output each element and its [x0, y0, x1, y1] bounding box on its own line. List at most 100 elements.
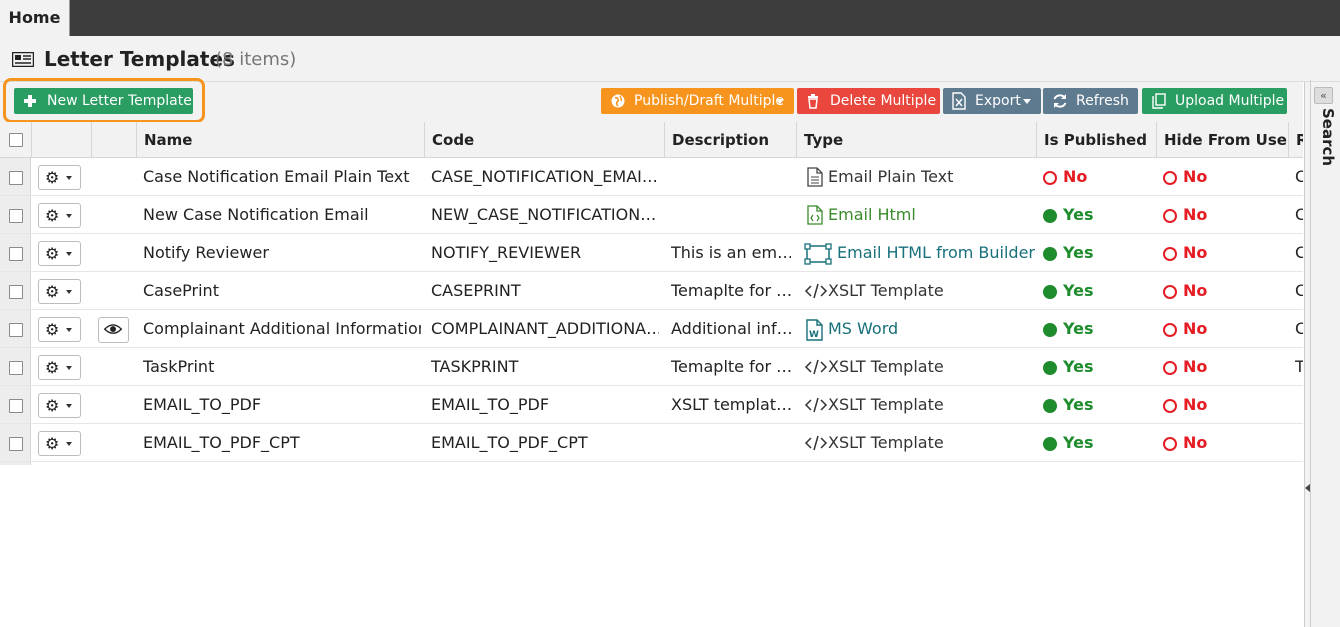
page-header: Letter Templates (8 items): [0, 36, 1340, 82]
row-checkbox[interactable]: [9, 437, 23, 451]
cell-code: CASEPRINT: [431, 281, 521, 300]
row-checkbox[interactable]: [9, 247, 23, 261]
trash-icon: [808, 94, 818, 109]
table-row[interactable]: ⚙ EMAIL_TO_PDF EMAIL_TO_PDF XSLT templat… XS…: [0, 386, 1303, 424]
table-row[interactable]: ⚙ Notify Reviewer NOTIFY_REVIEWER This is a…: [0, 234, 1303, 272]
table-row[interactable]: ⚙ Case Notification Email Plain Text CASE_…: [0, 158, 1303, 196]
cell-is-published: Yes: [1063, 205, 1094, 224]
header-is-published[interactable]: Is Published: [1036, 122, 1156, 158]
header-type[interactable]: Type: [796, 122, 1036, 158]
refresh-label: Refresh: [1076, 93, 1129, 109]
gear-icon: ⚙: [45, 396, 60, 415]
globe-icon: [611, 94, 625, 108]
row-checkbox[interactable]: [9, 209, 23, 223]
new-letter-template-button[interactable]: New Letter Template: [14, 88, 193, 114]
row-actions-button[interactable]: ⚙: [38, 355, 81, 380]
delete-multiple-button[interactable]: Delete Multiple: [797, 88, 940, 114]
cell-hide-from-user: No: [1183, 281, 1208, 300]
new-letter-template-label: New Letter Template: [47, 93, 192, 109]
row-checkbox[interactable]: [9, 285, 23, 299]
published-dot-icon: [1043, 285, 1057, 299]
header-code[interactable]: Code: [424, 122, 664, 158]
export-button[interactable]: Export: [943, 88, 1041, 114]
cell-code: COMPLAINANT_ADDITIONA…: [431, 319, 659, 338]
cell-type: XSLT Template: [828, 395, 944, 414]
panel-divider: [1310, 80, 1311, 627]
header-hide-from-user[interactable]: Hide From User: [1156, 122, 1288, 158]
gear-icon: ⚙: [45, 168, 60, 187]
unchecked-circle-icon: [1163, 361, 1177, 375]
row-checkbox[interactable]: [9, 171, 23, 185]
chevron-down-icon: [776, 99, 784, 104]
unchecked-circle-icon: [1163, 209, 1177, 223]
row-actions-button[interactable]: ⚙: [38, 393, 81, 418]
table-row[interactable]: ⚙ New Case Notification Email NEW_CASE_NOT…: [0, 196, 1303, 234]
row-actions-button[interactable]: ⚙: [38, 241, 81, 266]
cell-code: EMAIL_TO_PDF: [431, 395, 550, 414]
code-icon: [804, 433, 828, 453]
cell-is-published: Yes: [1063, 281, 1094, 300]
cell-is-published: Yes: [1063, 395, 1094, 414]
cell-extra: [1295, 424, 1303, 462]
document-icon: [804, 167, 826, 187]
table-row[interactable]: ⚙ Complainant Additional Information COMPL…: [0, 310, 1303, 348]
cell-is-published: No: [1063, 167, 1088, 186]
unpublished-circle-icon: [1043, 171, 1057, 185]
gear-icon: ⚙: [45, 244, 60, 263]
table-row[interactable]: ⚙ EMAIL_TO_PDF_CPT EMAIL_TO_PDF_CPT XSLT Te…: [0, 424, 1303, 462]
table-row[interactable]: ⚙ TaskPrint TASKPRINT Temaplte for … XSLT Te…: [0, 348, 1303, 386]
refresh-button[interactable]: Refresh: [1043, 88, 1138, 114]
svg-text:W: W: [809, 330, 819, 340]
cell-description: This is an em…: [671, 243, 791, 262]
builder-icon: [804, 243, 832, 265]
row-checkbox[interactable]: [9, 361, 23, 375]
table-row[interactable]: ⚙ CasePrint CASEPRINT Temaplte for … XSLT Te…: [0, 272, 1303, 310]
row-actions-button[interactable]: ⚙: [38, 431, 81, 456]
row-actions-button[interactable]: ⚙: [38, 279, 81, 304]
header-description[interactable]: Description: [664, 122, 796, 158]
chevron-down-icon: [66, 366, 72, 370]
cell-type: XSLT Template: [828, 281, 944, 300]
cell-name: New Case Notification Email: [143, 205, 369, 224]
cell-name: EMAIL_TO_PDF: [143, 395, 262, 414]
row-actions-button[interactable]: ⚙: [38, 317, 81, 342]
unchecked-circle-icon: [1163, 171, 1177, 185]
select-all-checkbox[interactable]: [9, 133, 23, 147]
item-count: (8 items): [215, 49, 297, 70]
expand-arrow-icon[interactable]: [1305, 484, 1310, 492]
newspaper-icon: [12, 52, 34, 67]
chevron-down-icon: [66, 404, 72, 408]
publish-draft-multiple-button[interactable]: Publish/Draft Multiple: [601, 88, 794, 114]
header-name[interactable]: Name: [136, 122, 424, 158]
eye-icon: [103, 324, 123, 334]
page-title: Letter Templates: [44, 47, 235, 71]
preview-button[interactable]: [98, 317, 129, 343]
header-extra[interactable]: R: [1288, 122, 1303, 158]
row-actions-button[interactable]: ⚙: [38, 203, 81, 228]
chevron-down-icon: [66, 290, 72, 294]
collapse-panel-button[interactable]: «: [1314, 87, 1333, 104]
copy-icon: [1152, 93, 1166, 109]
search-panel-label[interactable]: Search: [1313, 108, 1337, 178]
unchecked-circle-icon: [1163, 247, 1177, 261]
unchecked-circle-icon: [1163, 323, 1177, 337]
cell-extra: C: [1295, 281, 1303, 300]
cell-code: TASKPRINT: [431, 357, 519, 376]
chevron-down-icon: [66, 328, 72, 332]
cell-description: Additional inf…: [671, 319, 791, 338]
cell-hide-from-user: No: [1183, 205, 1208, 224]
export-label: Export: [975, 93, 1021, 109]
cell-type: XSLT Template: [828, 433, 944, 452]
code-icon: [804, 357, 828, 377]
row-checkbox[interactable]: [9, 323, 23, 337]
upload-multiple-button[interactable]: Upload Multiple: [1142, 88, 1287, 114]
cell-extra: [1295, 386, 1303, 424]
row-actions-button[interactable]: ⚙: [38, 165, 81, 190]
tab-home[interactable]: Home: [0, 0, 70, 36]
letter-templates-grid: Name Code Description Type Is Published …: [0, 122, 1303, 627]
word-icon: W: [804, 319, 826, 341]
cell-hide-from-user: No: [1183, 433, 1208, 452]
unchecked-circle-icon: [1163, 285, 1177, 299]
cell-extra: C: [1295, 319, 1303, 338]
row-checkbox[interactable]: [9, 399, 23, 413]
